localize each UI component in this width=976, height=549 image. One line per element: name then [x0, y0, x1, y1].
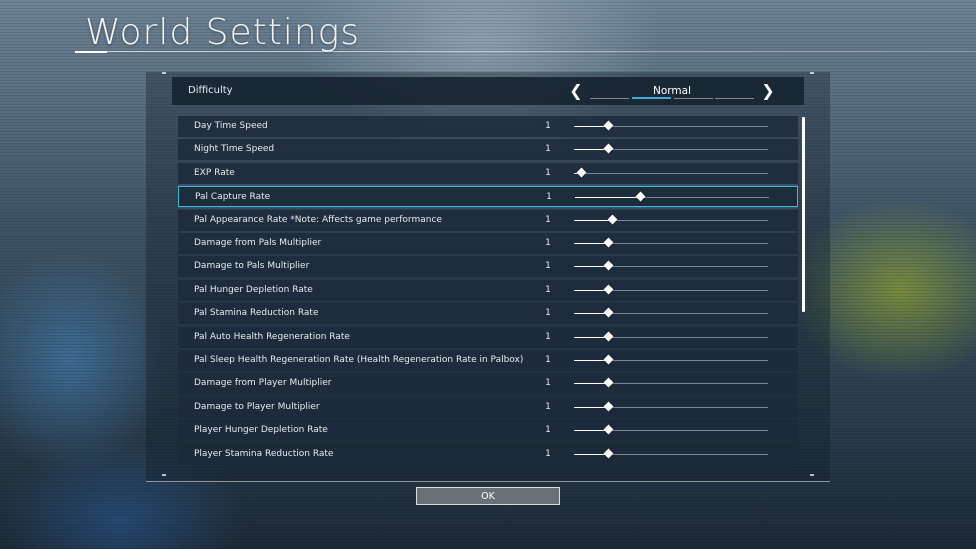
title-divider — [75, 51, 976, 52]
ok-button[interactable]: OK — [416, 487, 560, 505]
setting-value: 1 — [545, 449, 551, 459]
slider-thumb[interactable] — [607, 214, 618, 225]
slider-thumb[interactable] — [603, 448, 614, 459]
setting-row[interactable]: EXP Rate 1 — [178, 163, 798, 184]
setting-label: Night Time Speed — [194, 144, 275, 154]
frame-corner — [162, 474, 166, 476]
slider-thumb[interactable] — [603, 377, 614, 388]
setting-row[interactable]: Player Stamina Reduction Rate 1 — [178, 444, 798, 465]
setting-label: Damage to Pals Multiplier — [194, 261, 310, 271]
setting-label: Damage from Pals Multiplier — [194, 238, 322, 248]
slider-thumb[interactable] — [576, 167, 587, 178]
setting-value: 1 — [545, 332, 551, 342]
difficulty-segment-active — [632, 97, 671, 99]
setting-row[interactable]: Pal Appearance Rate *Note: Affects game … — [178, 210, 798, 231]
setting-row[interactable]: Pal Capture Rate 1 — [178, 186, 798, 207]
difficulty-value: Normal — [653, 85, 691, 97]
setting-value: 1 — [545, 285, 551, 295]
setting-value: 1 — [545, 144, 551, 154]
setting-value: 1 — [546, 192, 552, 202]
slider-thumb[interactable] — [603, 120, 614, 131]
setting-label: Pal Hunger Depletion Rate — [194, 285, 313, 295]
setting-value: 1 — [545, 238, 551, 248]
difficulty-label: Difficulty — [188, 85, 233, 96]
setting-value: 1 — [545, 308, 551, 318]
frame-corner — [162, 72, 166, 74]
slider-thumb[interactable] — [603, 237, 614, 248]
slider-thumb[interactable] — [635, 191, 646, 202]
bottom-divider — [146, 481, 830, 482]
difficulty-segment — [715, 98, 754, 99]
setting-row[interactable]: Damage to Pals Multiplier 1 — [178, 256, 798, 277]
setting-label: EXP Rate — [194, 168, 235, 178]
difficulty-segment — [674, 98, 713, 99]
setting-row[interactable]: Pal Hunger Depletion Rate 1 — [178, 280, 798, 301]
slider-thumb[interactable] — [603, 401, 614, 412]
setting-label: Pal Capture Rate — [195, 192, 271, 202]
slider-fill — [574, 220, 613, 221]
setting-label: Pal Auto Health Regeneration Rate — [194, 332, 350, 342]
setting-row[interactable]: Day Time Speed 1 — [178, 116, 798, 137]
slider-fill — [575, 197, 641, 198]
chevron-left-icon[interactable]: ❮ — [567, 81, 585, 101]
chevron-right-icon[interactable]: ❯ — [759, 81, 777, 101]
difficulty-segment — [590, 98, 629, 99]
setting-value: 1 — [545, 261, 551, 271]
slider-thumb[interactable] — [603, 284, 614, 295]
setting-label: Pal Appearance Rate *Note: Affects game … — [194, 215, 442, 225]
frame-corner — [810, 474, 814, 476]
setting-row[interactable]: Pal Auto Health Regeneration Rate 1 — [178, 327, 798, 348]
settings-list[interactable]: Day Time Speed 1 Night Time Speed 1 EXP Rate… — [178, 116, 798, 470]
slider-thumb[interactable] — [603, 354, 614, 365]
setting-row[interactable]: Night Time Speed 1 — [178, 139, 798, 160]
setting-label: Player Hunger Depletion Rate — [194, 425, 328, 435]
setting-value: 1 — [545, 378, 551, 388]
scrollbar-thumb[interactable] — [802, 117, 805, 312]
setting-label: Player Stamina Reduction Rate — [194, 449, 334, 459]
difficulty-selector[interactable]: Difficulty ❮ Normal ❯ — [172, 77, 804, 105]
setting-row[interactable]: Damage from Pals Multiplier 1 — [178, 233, 798, 254]
slider-thumb[interactable] — [603, 424, 614, 435]
setting-row[interactable]: Pal Stamina Reduction Rate 1 — [178, 303, 798, 324]
setting-value: 1 — [545, 215, 551, 225]
setting-value: 1 — [545, 425, 551, 435]
slider-thumb[interactable] — [603, 143, 614, 154]
slider-thumb[interactable] — [603, 307, 614, 318]
setting-row[interactable]: Pal Sleep Health Regeneration Rate (Heal… — [178, 350, 798, 371]
setting-row[interactable]: Damage from Player Multiplier 1 — [178, 373, 798, 394]
setting-value: 1 — [545, 402, 551, 412]
setting-value: 1 — [545, 121, 551, 131]
slider-thumb[interactable] — [603, 331, 614, 342]
setting-label: Damage from Player Multiplier — [194, 378, 332, 388]
setting-row[interactable]: Player Hunger Depletion Rate 1 — [178, 420, 798, 441]
setting-label: Pal Sleep Health Regeneration Rate (Heal… — [194, 355, 524, 365]
setting-label: Pal Stamina Reduction Rate — [194, 308, 319, 318]
frame-corner — [810, 72, 814, 74]
page-title: World Settings — [85, 12, 361, 53]
slider-thumb[interactable] — [603, 260, 614, 271]
setting-value: 1 — [545, 355, 551, 365]
setting-label: Damage to Player Multiplier — [194, 402, 320, 412]
slider-track[interactable] — [574, 173, 768, 174]
setting-value: 1 — [545, 168, 551, 178]
title-divider-accent — [75, 51, 107, 53]
setting-row[interactable]: Damage to Player Multiplier 1 — [178, 397, 798, 418]
setting-label: Day Time Speed — [194, 121, 268, 131]
